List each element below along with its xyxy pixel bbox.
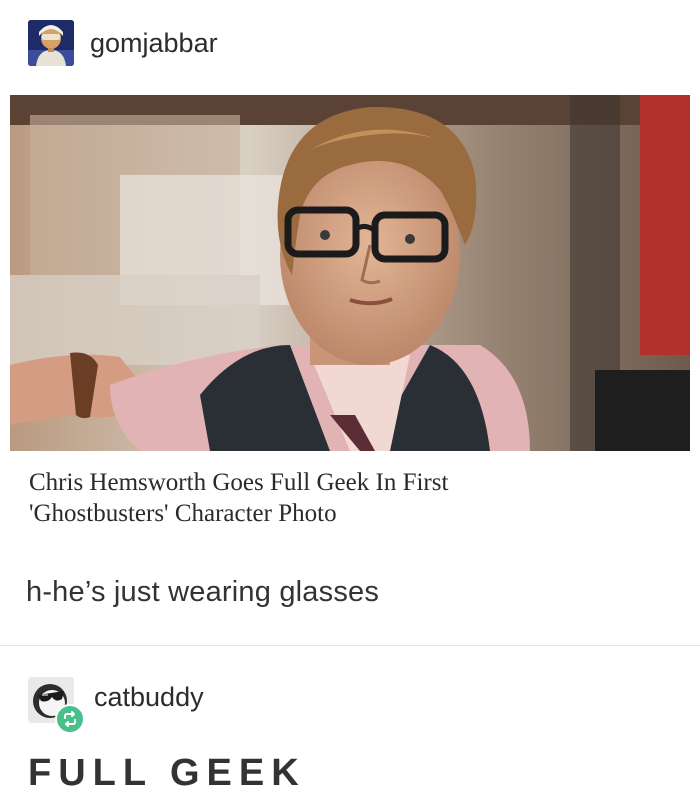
headline-line-1: Chris Hemsworth Goes Full Geek In First [29, 469, 449, 496]
headline-line-2: 'Ghostbusters' Character Photo [29, 500, 337, 527]
reblog-text: FULL GEEK [28, 752, 306, 794]
username[interactable]: gomjabbar [90, 29, 218, 57]
article-photo[interactable] [10, 95, 690, 451]
reblog-header: catbuddy [28, 676, 204, 734]
avatar-image [28, 20, 74, 66]
photo-illustration [10, 95, 690, 451]
reblog-username[interactable]: catbuddy [94, 683, 204, 711]
post-header: gomjabbar [28, 18, 218, 68]
divider [0, 645, 700, 646]
avatar-gomjabbar[interactable] [28, 20, 74, 66]
post-caption: h-he’s just wearing glasses [26, 576, 380, 608]
reblog-arrows-icon [64, 711, 76, 727]
reblog-icon [55, 704, 85, 734]
article-headline[interactable]: Chris Hemsworth Goes Full Geek In First … [29, 467, 629, 529]
link-preview-card[interactable]: Chris Hemsworth Goes Full Geek In First … [10, 95, 690, 540]
original-post: gomjabbar Chris Hemsworth Goes Full Geek… [0, 0, 700, 646]
avatar-catbuddy-sunglasses[interactable] [28, 677, 85, 734]
